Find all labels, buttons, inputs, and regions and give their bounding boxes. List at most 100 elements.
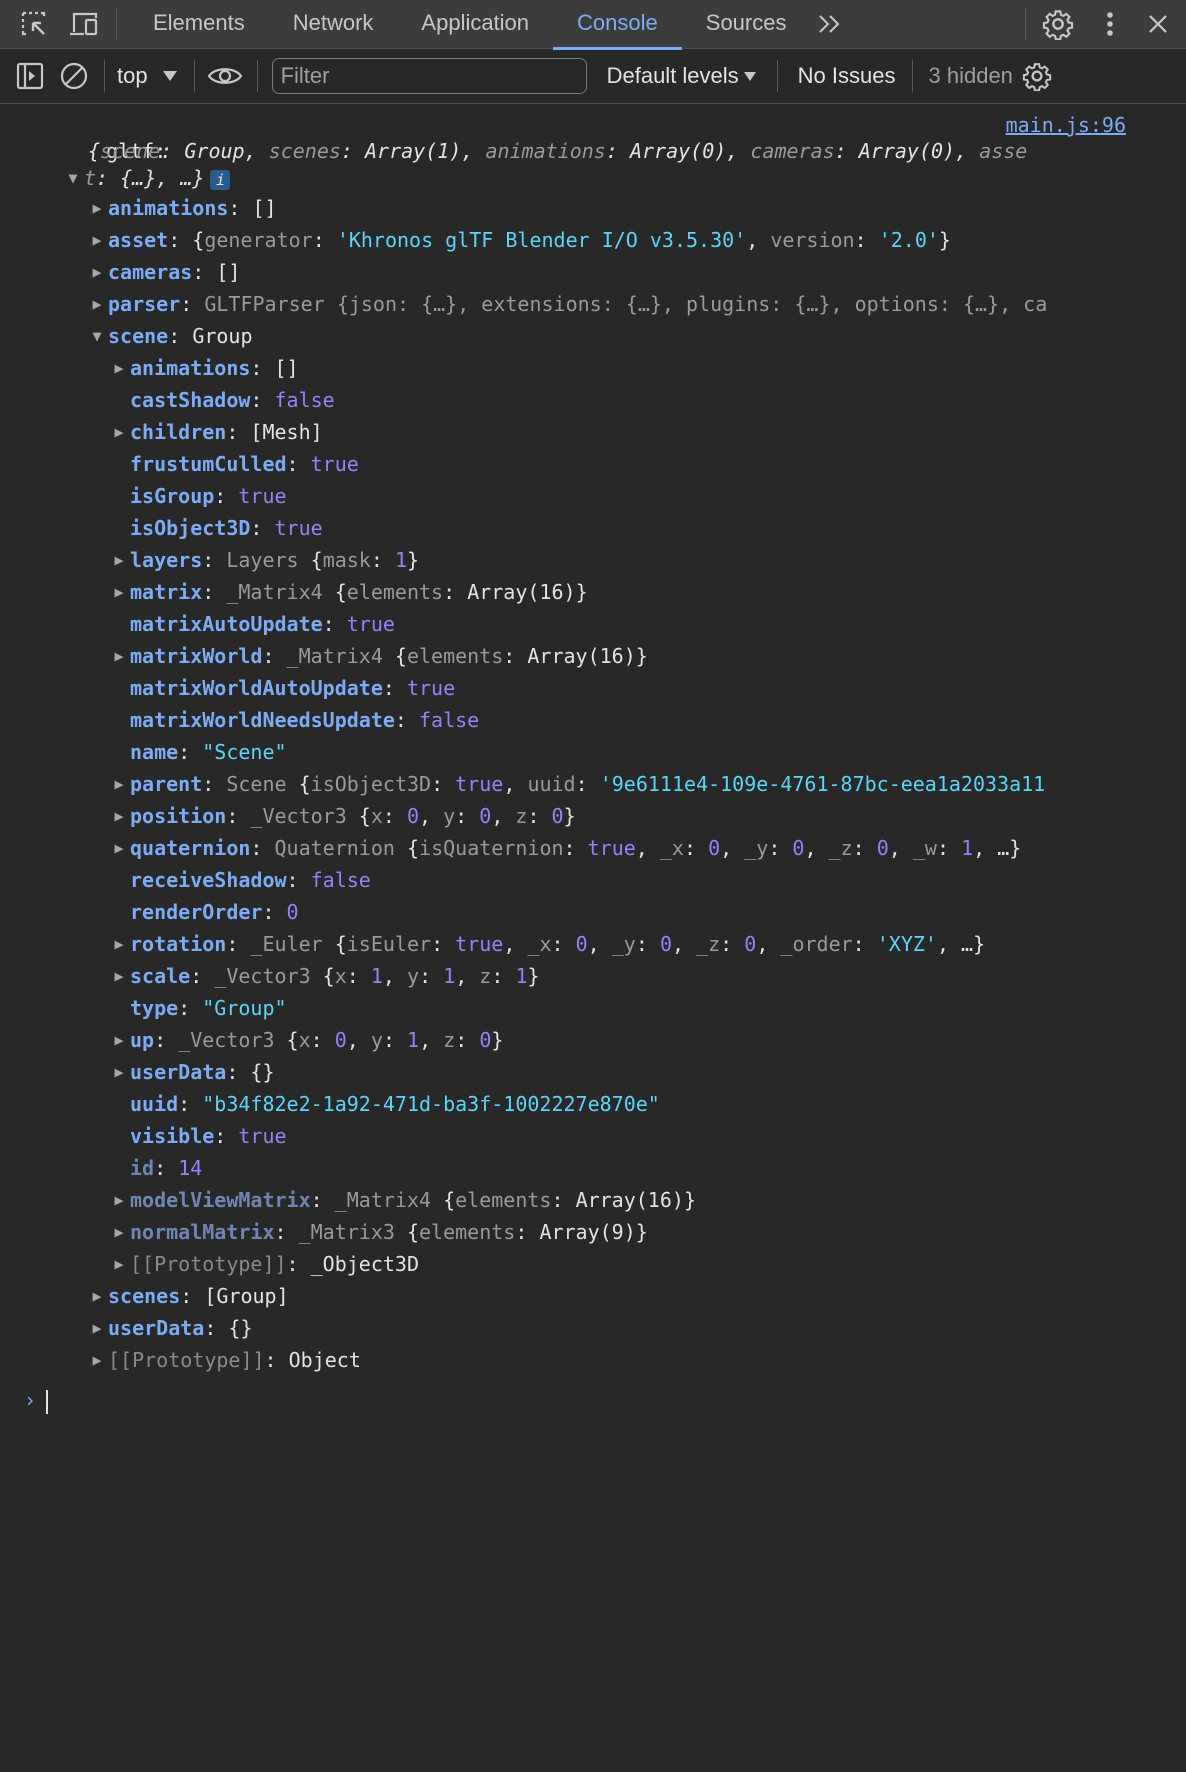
collapsed-triangle-icon[interactable]: ▶	[86, 1312, 108, 1344]
settings-button[interactable]	[1038, 4, 1078, 44]
tab-elements[interactable]: Elements	[129, 0, 269, 49]
collapsed-triangle-icon[interactable]: ▶	[86, 1280, 108, 1312]
console-prompt[interactable]: ›	[0, 1384, 1186, 1416]
property-row: visible: true	[130, 1124, 287, 1148]
chevron-double-right-icon	[819, 15, 840, 33]
property-row[interactable]: ▶ matrix: _Matrix4 {elements: Array(16)}	[0, 576, 1186, 608]
sidebar-toggle-icon	[16, 62, 44, 90]
collapsed-triangle-icon[interactable]: ▶	[86, 256, 108, 288]
show-sidebar-button[interactable]	[14, 56, 46, 96]
live-expression-button[interactable]	[207, 56, 243, 96]
property-row: isGroup: true	[130, 484, 287, 508]
hidden-messages-count: 3 hidden	[928, 63, 1013, 88]
kebab-menu-icon	[1107, 12, 1113, 36]
inspect-icon	[21, 11, 46, 36]
property-row[interactable]: ▶ up: _Vector3 {x: 0, y: 1, z: 0}	[0, 1024, 1186, 1056]
device-toolbar-button[interactable]	[64, 4, 104, 44]
separator	[193, 60, 195, 92]
gear-icon	[1042, 10, 1074, 40]
property-row[interactable]: ▶ userData: {}	[0, 1056, 1186, 1088]
log-levels-dropdown[interactable]: Default levels	[607, 63, 757, 89]
filter-input[interactable]	[271, 58, 587, 94]
tab-sources[interactable]: Sources	[682, 0, 811, 49]
gear-icon	[1022, 63, 1052, 91]
collapsed-triangle-icon[interactable]: ▶	[108, 640, 130, 672]
devtools-tabbar: Elements Network Application Console Sou…	[0, 0, 1186, 50]
separator	[776, 60, 778, 92]
clear-console-button[interactable]	[58, 56, 90, 96]
object-summary-line-1[interactable]: {scene: Group, scenes: Array(1), animati…	[0, 138, 1186, 164]
property-row[interactable]: ▶ matrixWorld: _Matrix4 {elements: Array(…	[0, 640, 1186, 672]
property-row[interactable]: ▶ modelViewMatrix: _Matrix4 {elements: Ar…	[0, 1184, 1186, 1216]
tab-network[interactable]: Network	[269, 0, 398, 49]
log-levels-label: Default levels	[606, 63, 739, 88]
collapsed-triangle-icon[interactable]: ▶	[86, 1344, 108, 1376]
expanded-triangle-icon[interactable]: ▼	[62, 164, 84, 192]
property-row[interactable]: ▶ scenes: [Group]	[0, 1280, 1186, 1312]
property-row: matrixWorldNeedsUpdate: false	[130, 708, 480, 732]
collapsed-triangle-icon[interactable]: ▶	[108, 1024, 130, 1056]
property-row[interactable]: ▶ [[Prototype]]: Object	[0, 1344, 1186, 1376]
separator	[256, 60, 258, 92]
property-row[interactable]: ▶ animations: []	[0, 352, 1186, 384]
collapsed-triangle-icon[interactable]: ▶	[86, 192, 108, 224]
object-summary-line-2[interactable]: ▼ t: {…}, …} i	[0, 164, 1186, 192]
tab-application[interactable]: Application	[397, 0, 553, 49]
collapsed-triangle-icon[interactable]: ▶	[108, 1216, 130, 1248]
property-row[interactable]: ▶ userData: {}	[0, 1312, 1186, 1344]
property-row[interactable]: ▶ cameras: []	[0, 256, 1186, 288]
property-row[interactable]: ▶ asset: {generator: 'Khronos glTF Blende…	[0, 224, 1186, 256]
property-row-expanded[interactable]: ▼ scene: Group	[0, 320, 1186, 352]
issues-button[interactable]: No Issues	[798, 63, 896, 89]
more-options-button[interactable]	[1090, 4, 1130, 44]
separator	[116, 8, 117, 40]
close-devtools-button[interactable]	[1138, 4, 1178, 44]
expanded-triangle-icon[interactable]: ▼	[86, 320, 108, 352]
inspect-element-button[interactable]	[14, 4, 54, 44]
collapsed-triangle-icon[interactable]: ▶	[108, 768, 130, 800]
property-row[interactable]: ▶ scale: _Vector3 {x: 1, y: 1, z: 1}	[0, 960, 1186, 992]
property-row[interactable]: ▶ animations: []	[0, 192, 1186, 224]
collapsed-triangle-icon[interactable]: ▶	[108, 1248, 130, 1280]
property-row[interactable]: ▶ rotation: _Euler {isEuler: true, _x: 0,…	[0, 928, 1186, 960]
collapsed-triangle-icon[interactable]: ▶	[108, 960, 130, 992]
property-row: receiveShadow: false	[130, 868, 371, 892]
property-row: name: "Scene"	[130, 740, 287, 764]
collapsed-triangle-icon[interactable]: ▶	[86, 288, 108, 320]
tab-console[interactable]: Console	[553, 0, 682, 50]
property-row: matrixWorldAutoUpdate: true	[130, 676, 456, 700]
property-row[interactable]: ▶ [[Prototype]]: _Object3D	[0, 1248, 1186, 1280]
property-row[interactable]: ▶ position: _Vector3 {x: 0, y: 0, z: 0}	[0, 800, 1186, 832]
collapsed-triangle-icon[interactable]: ▶	[108, 832, 130, 864]
context-selector[interactable]: top	[117, 63, 178, 89]
property-row[interactable]: ▶ layers: Layers {mask: 1}	[0, 544, 1186, 576]
collapsed-triangle-icon[interactable]: ▶	[108, 416, 130, 448]
dropdown-arrow-icon	[743, 71, 756, 81]
device-icon	[70, 12, 98, 36]
collapsed-triangle-icon[interactable]: ▶	[86, 224, 108, 256]
property-row: castShadow: false	[130, 388, 335, 412]
more-tabs-button[interactable]	[810, 4, 850, 44]
collapsed-triangle-icon[interactable]: ▶	[108, 352, 130, 384]
separator	[104, 60, 105, 92]
collapsed-triangle-icon[interactable]: ▶	[108, 1184, 130, 1216]
property-row[interactable]: ▶ children: [Mesh]	[0, 416, 1186, 448]
property-row[interactable]: ▶ parent: Scene {isObject3D: true, uuid: …	[0, 768, 1186, 800]
clear-icon	[60, 62, 88, 90]
prompt-chevron-icon: ›	[24, 1388, 37, 1412]
collapsed-triangle-icon[interactable]: ▶	[108, 544, 130, 576]
collapsed-triangle-icon[interactable]: ▶	[108, 928, 130, 960]
source-link[interactable]: main.js:96	[1006, 112, 1126, 138]
context-label: top	[117, 63, 148, 88]
collapsed-triangle-icon[interactable]: ▶	[108, 576, 130, 608]
property-row: isObject3D: true	[130, 516, 323, 540]
property-row[interactable]: ▶ parser: GLTFParser {json: {…}, extensio…	[0, 288, 1186, 320]
console-settings-button[interactable]	[1017, 56, 1057, 96]
property-row: frustumCulled: true	[130, 452, 359, 476]
collapsed-triangle-icon[interactable]: ▶	[108, 1056, 130, 1088]
property-row[interactable]: ▶ quaternion: Quaternion {isQuaternion: t…	[0, 832, 1186, 864]
info-icon[interactable]: i	[210, 169, 231, 190]
collapsed-triangle-icon[interactable]: ▶	[108, 800, 130, 832]
property-row[interactable]: ▶ normalMatrix: _Matrix3 {elements: Array…	[0, 1216, 1186, 1248]
separator	[911, 60, 913, 92]
